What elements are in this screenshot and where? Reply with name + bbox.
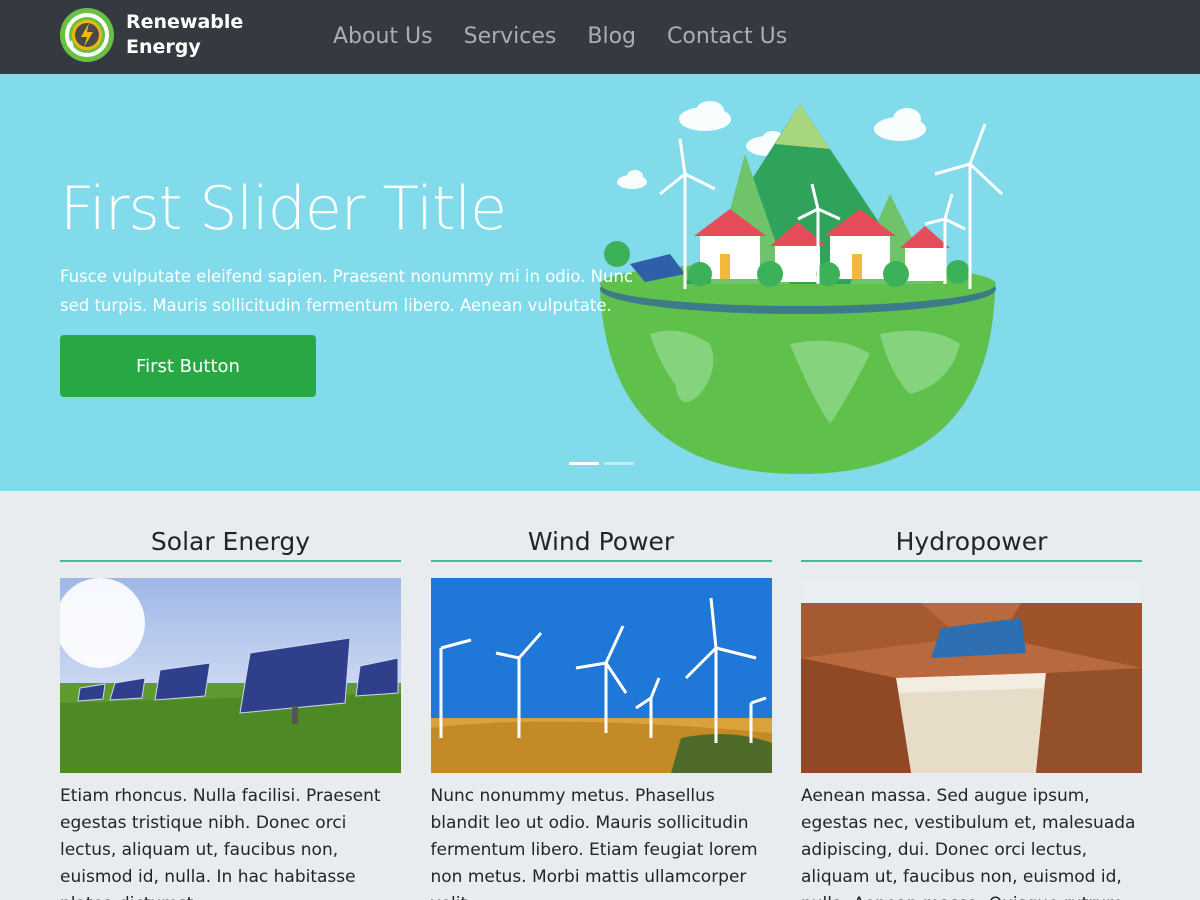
slide-indicator-2[interactable] (604, 462, 634, 465)
feature-title: Solar Energy (150, 527, 311, 556)
energy-logo-icon (60, 8, 114, 62)
slide-indicator-1[interactable] (569, 462, 599, 465)
nav-services[interactable]: Services (464, 20, 557, 54)
wind-turbines-image (430, 578, 772, 773)
feature-card-wind: Wind Power Nunc nonummy metus. Phasellus… (430, 522, 772, 900)
feature-card-solar: Solar Energy Etiam rhoncus. Nulla facili… (60, 522, 401, 900)
nav-blog[interactable]: Blog (587, 20, 636, 54)
feature-title: Wind Power (527, 527, 675, 556)
brand-name: Renewable Energy (126, 10, 243, 60)
solar-panels-image (60, 578, 401, 773)
green-earth-illustration (600, 101, 1004, 474)
nav-contact-us[interactable]: Contact Us (667, 20, 787, 54)
hydro-dam-image (801, 578, 1142, 773)
feature-title-wrap: Wind Power (430, 522, 772, 562)
brand-name-line1: Renewable (126, 11, 244, 33)
feature-text: Etiam rhoncus. Nulla facilisi. Praesent … (60, 786, 381, 900)
site-header: Renewable Energy About Us Services Blog … (0, 0, 1200, 74)
hero-title: First Slider Title (60, 174, 507, 244)
hero-description: Fusce vulputate eleifend sapien. Praesen… (60, 267, 633, 315)
hero-cta-button[interactable]: First Button (60, 335, 316, 397)
feature-title-wrap: Solar Energy (60, 522, 401, 562)
feature-text: Nunc nonummy metus. Phasellus blandit le… (430, 786, 758, 900)
brand-logo[interactable]: Renewable Energy (58, 6, 243, 64)
feature-card-hydro: Hydropower Aenean massa. Sed augue ipsum… (801, 522, 1142, 900)
feature-title-wrap: Hydropower (801, 522, 1142, 562)
slider-indicators (569, 462, 639, 465)
feature-title: Hydropower (895, 527, 1048, 556)
feature-text: Aenean massa. Sed augue ipsum, egestas n… (801, 786, 1136, 900)
hero-slider: First Slider Title Fusce vulputate eleif… (0, 74, 1200, 491)
brand-name-line2: Energy (126, 36, 201, 58)
features-section: Solar Energy Etiam rhoncus. Nulla facili… (60, 522, 1142, 900)
nav-about-us[interactable]: About Us (333, 20, 433, 54)
main-nav: About Us Services Blog Contact Us (333, 20, 818, 54)
